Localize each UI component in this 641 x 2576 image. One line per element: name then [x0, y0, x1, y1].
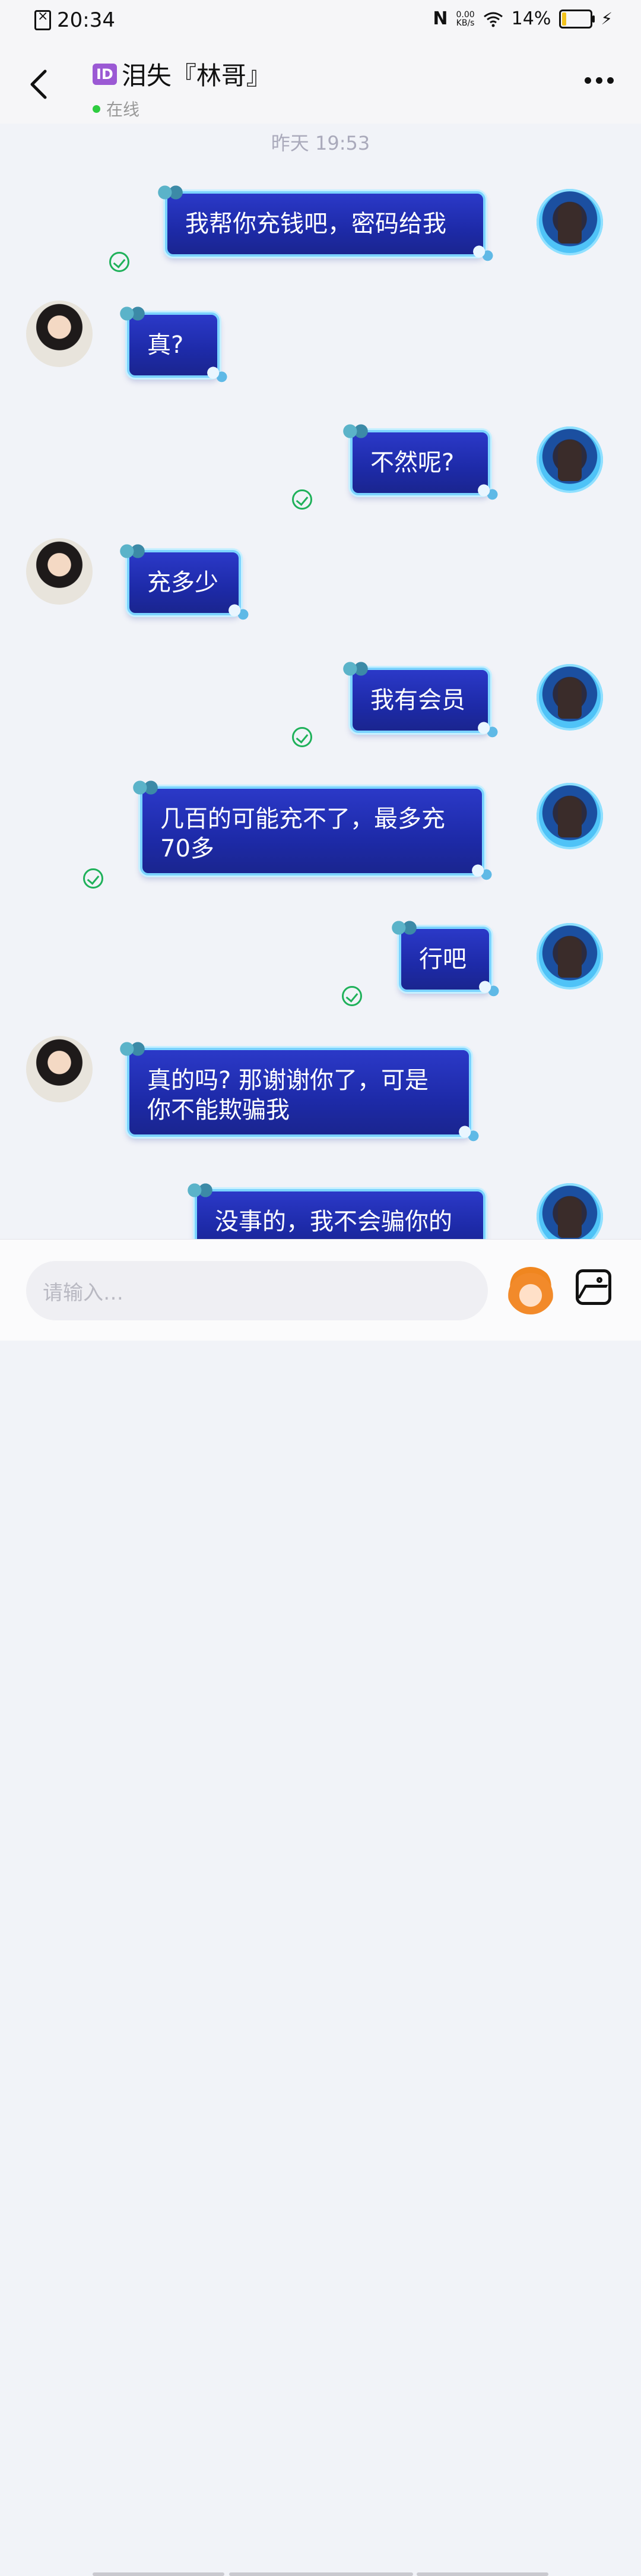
bow-decoration-icon — [342, 419, 369, 443]
corner-decoration-icon — [468, 244, 496, 264]
message-bubble-other[interactable]: 真的吗? 那谢谢你了，可是你不能欺骗我 — [119, 1037, 482, 1144]
read-check-icon — [342, 986, 362, 1006]
status-time: 20:34 — [57, 8, 115, 32]
corner-decoration-icon — [474, 979, 502, 999]
message-bubble-self[interactable]: 不然呢? — [342, 419, 501, 502]
my-avatar[interactable] — [537, 426, 603, 493]
more-options-icon[interactable] — [585, 77, 614, 84]
message-text: 不然呢? — [370, 449, 455, 476]
message-text: 没事的，我不会骗你的 — [215, 1208, 452, 1235]
message-input-bar: 请输入… — [0, 1239, 641, 2576]
contact-info[interactable]: ID 泪失『林哥』 在线 — [93, 56, 271, 121]
chat-header: ID 泪失『林哥』 在线 — [0, 45, 641, 124]
message-bubble-self[interactable]: 没事的，我不会骗你的 — [186, 1178, 485, 1239]
bow-decoration-icon — [391, 916, 418, 940]
corner-decoration-icon — [472, 720, 501, 740]
message-text: 真? — [147, 331, 184, 359]
wifi-icon — [483, 12, 503, 27]
network-speed-value: 0.00 — [456, 10, 475, 20]
message-text: 几百的可能充不了，最多充70多 — [160, 805, 445, 862]
id-badge: ID — [93, 63, 117, 85]
read-check-icon — [292, 489, 312, 510]
back-chevron-icon[interactable] — [27, 69, 51, 100]
my-avatar[interactable] — [537, 664, 603, 731]
network-speed: 0.00 KB/s — [456, 11, 474, 27]
message-text: 充多少 — [147, 569, 218, 596]
corner-decoration-icon — [223, 602, 252, 622]
online-status: 在线 — [106, 100, 140, 119]
message-input[interactable]: 请输入… — [26, 1261, 488, 1320]
message-bubble-self[interactable]: 我有会员 — [342, 657, 501, 740]
bow-decoration-icon — [342, 657, 369, 681]
nav-indicator — [93, 2572, 224, 2576]
message-text: 我帮你充钱吧，密码给我 — [185, 210, 446, 238]
battery-icon — [559, 9, 595, 29]
message-bubble-self[interactable]: 几百的可能充不了，最多充70多 — [132, 776, 495, 883]
nav-indicator — [229, 2572, 413, 2576]
corner-decoration-icon — [202, 365, 230, 385]
message-bubble-other[interactable]: 充多少 — [119, 539, 252, 622]
message-text: 我有会员 — [370, 687, 465, 714]
emoji-sticker-icon[interactable] — [507, 1267, 554, 1314]
nav-indicator — [417, 2572, 548, 2576]
read-check-icon — [292, 727, 312, 747]
my-avatar[interactable] — [537, 189, 603, 255]
bow-decoration-icon — [186, 1178, 214, 1202]
my-avatar[interactable] — [537, 923, 603, 990]
contact-name: 泪失『林哥』 — [121, 61, 271, 90]
battery-percent: 14% — [511, 8, 551, 29]
nfc-icon: N — [433, 8, 448, 29]
contact-avatar[interactable] — [26, 301, 93, 367]
my-avatar[interactable] — [537, 783, 603, 849]
read-check-icon — [83, 868, 103, 889]
my-avatar[interactable] — [537, 1183, 603, 1239]
read-check-icon — [109, 252, 129, 272]
chat-messages[interactable]: 昨天 19:53 我帮你充钱吧，密码给我 真? 不然呢? 充多少 我有会员 几百 — [0, 124, 641, 1239]
bow-decoration-icon — [132, 776, 159, 799]
message-bubble-self[interactable]: 行吧 — [391, 916, 502, 999]
message-text: 行吧 — [419, 946, 467, 973]
status-bar: 20:34 N 0.00 KB/s 14% ⚡ — [0, 0, 641, 45]
bow-decoration-icon — [119, 302, 146, 325]
no-sim-icon — [34, 9, 51, 30]
message-bubble-self[interactable]: 我帮你充钱吧，密码给我 — [157, 181, 496, 264]
image-icon[interactable] — [576, 1269, 611, 1305]
bow-decoration-icon — [119, 1037, 146, 1061]
network-speed-unit: KB/s — [456, 18, 475, 28]
online-dot-icon — [93, 105, 100, 113]
message-timestamp: 昨天 19:53 — [271, 132, 370, 154]
input-placeholder: 请输入… — [43, 1281, 123, 1305]
corner-decoration-icon — [453, 1124, 482, 1144]
bow-decoration-icon — [119, 539, 146, 563]
message-bubble-other[interactable]: 真? — [119, 302, 230, 385]
bow-decoration-icon — [157, 181, 184, 204]
corner-decoration-icon — [472, 482, 501, 502]
contact-avatar[interactable] — [26, 1036, 93, 1102]
charging-icon: ⚡ — [601, 9, 613, 29]
message-text: 真的吗? 那谢谢你了，可是你不能欺骗我 — [147, 1067, 429, 1124]
corner-decoration-icon — [467, 862, 495, 883]
contact-avatar[interactable] — [26, 538, 93, 605]
